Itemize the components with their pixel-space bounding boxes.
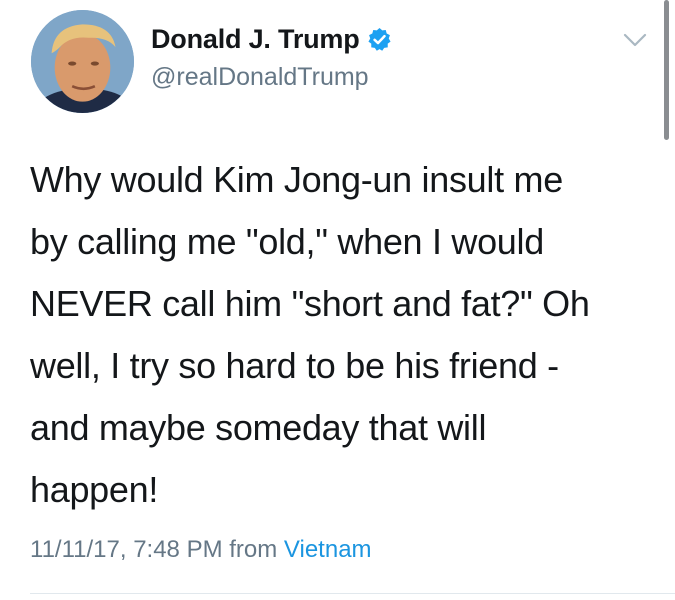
tweet-text-line: well, I try so hard to be his friend - [30,345,559,386]
chevron-down-icon[interactable] [622,30,648,50]
tweet-text-line: Why would Kim Jong-un insult me [30,159,563,200]
tweet-timestamp[interactable]: 11/11/17, 7:48 PM [30,536,223,563]
author-handle[interactable]: @realDonaldTrump [151,63,369,92]
divider [30,593,675,594]
source-prefix: from [229,536,278,563]
avatar[interactable] [31,10,134,113]
tweet-text-line: by calling me "old," when I would [30,221,544,262]
tweet-text-line: NEVER call him "short and fat?" Oh [30,283,590,324]
tweet-text: Why would Kim Jong-un insult me by calli… [30,149,642,521]
author-name-row[interactable]: Donald J. Trump [151,24,392,55]
tweet-text-line: and maybe someday that will [30,407,487,448]
tweet-text-line: happen! [30,469,159,510]
author-display-name[interactable]: Donald J. Trump [151,24,360,55]
source-link[interactable]: Vietnam [284,536,372,563]
avatar-image [31,10,134,113]
scrollbar-thumb[interactable] [664,0,669,140]
verified-badge-icon [367,27,392,52]
tweet-meta: 11/11/17, 7:48 PM from Vietnam [30,536,372,564]
